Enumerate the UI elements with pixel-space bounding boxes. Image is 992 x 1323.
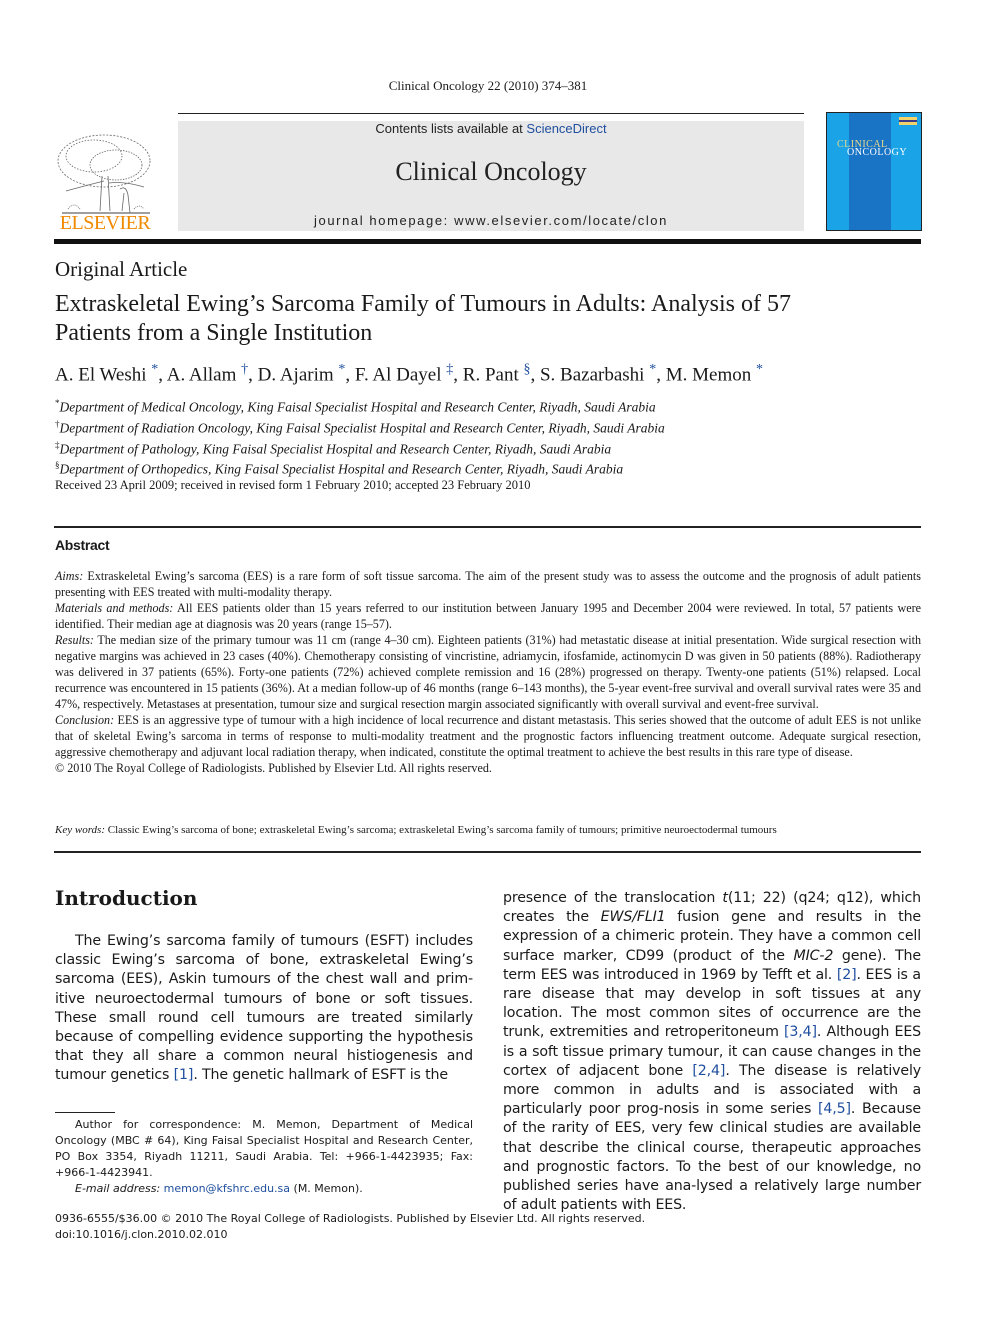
email-label: E-mail address: bbox=[75, 1182, 161, 1195]
section-text: EES is an aggressive type of tumour with… bbox=[55, 713, 921, 759]
article-type: Original Article bbox=[55, 257, 188, 281]
running-head: Clinical Oncology 22 (2010) 374–381 bbox=[388, 78, 588, 93]
author[interactable]: S. Bazarbashi bbox=[540, 364, 644, 385]
citation-link[interactable]: [2] bbox=[837, 967, 857, 983]
header-thick-divider bbox=[54, 239, 921, 244]
email-line: E-mail address: memon@kfshrc.edu.sa (M. … bbox=[55, 1181, 473, 1197]
sciencedirect-link[interactable]: ScienceDirect bbox=[526, 121, 606, 136]
gene-name: EWS/FLI1 bbox=[600, 909, 666, 926]
section-text: Extraskeletal Ewing’s sarcoma (EES) is a… bbox=[55, 569, 921, 599]
page-footer: 0936-6555/$36.00 © 2010 The Royal Colleg… bbox=[55, 1211, 755, 1243]
text-run: The Ewing’s sarcoma family of tumours (E… bbox=[55, 933, 473, 1084]
section-text: The median size of the primary tumour wa… bbox=[55, 633, 921, 711]
affiliation-mark[interactable]: § bbox=[523, 362, 530, 377]
affiliation-mark[interactable]: † bbox=[241, 362, 248, 377]
correspondence-footnote: Author for correspondence: M. Memon, Dep… bbox=[55, 1117, 473, 1197]
keywords: Key words: Classic Ewing’s sarcoma of bo… bbox=[55, 824, 921, 836]
text-run: . Because of the rarity of EES, very few… bbox=[503, 1101, 921, 1214]
affiliation: ‡Department of Pathology, King Faisal Sp… bbox=[55, 437, 935, 458]
cover-art-panel bbox=[849, 113, 891, 230]
affiliation: †Department of Radiation Oncology, King … bbox=[55, 416, 935, 437]
author[interactable]: A. Allam bbox=[167, 364, 237, 385]
section-text: All EES patients older than 15 years ref… bbox=[55, 601, 921, 631]
abstract-copyright: © 2010 The Royal College of Radiologists… bbox=[55, 761, 492, 775]
author-list: A. El Weshi *, A. Allam †, D. Ajarim *, … bbox=[55, 362, 763, 386]
intro-left-column: The Ewing’s sarcoma family of tumours (E… bbox=[55, 932, 473, 1086]
section-heading-introduction: Introduction bbox=[55, 886, 198, 910]
abstract-body: Aims: Extraskeletal Ewing’s sarcoma (EES… bbox=[55, 568, 921, 776]
affiliation: *Department of Medical Oncology, King Fa… bbox=[55, 395, 935, 416]
journal-masthead: Contents lists available at ScienceDirec… bbox=[178, 121, 804, 231]
email-link[interactable]: memon@kfshrc.edu.sa bbox=[164, 1182, 290, 1195]
author[interactable]: A. El Weshi bbox=[55, 364, 147, 385]
cover-title-line2: ONCOLOGY bbox=[847, 147, 908, 158]
intro-right-column: presence of the translocation t(11; 22) … bbox=[503, 889, 921, 1215]
affiliation-list: *Department of Medical Oncology, King Fa… bbox=[55, 395, 935, 478]
email-suffix: (M. Memon). bbox=[290, 1182, 363, 1195]
citation-link[interactable]: [3,4] bbox=[784, 1024, 817, 1040]
affiliation-text: Department of Pathology, King Faisal Spe… bbox=[59, 441, 612, 457]
gene-name: MIC-2 bbox=[793, 947, 834, 964]
keywords-text: Classic Ewing’s sarcoma of bone; extrask… bbox=[105, 824, 777, 836]
affiliation-text: Department of Medical Oncology, King Fai… bbox=[59, 399, 656, 415]
section-label: Results: bbox=[55, 633, 94, 647]
doi-line[interactable]: doi:10.1016/j.clon.2010.02.010 bbox=[55, 1227, 755, 1243]
abstract-section-conclusion: Conclusion: EES is an aggressive type of… bbox=[55, 712, 921, 760]
journal-cover-thumbnail: CLINICAL ONCOLOGY bbox=[826, 112, 922, 231]
author[interactable]: R. Pant bbox=[463, 364, 519, 385]
journal-title: Clinical Oncology bbox=[395, 157, 587, 186]
affiliation-mark[interactable]: * bbox=[151, 362, 158, 377]
intro-paragraph: The Ewing’s sarcoma family of tumours (E… bbox=[55, 932, 473, 1086]
affiliation-mark[interactable]: * bbox=[649, 362, 656, 377]
section-label: Materials and methods: bbox=[55, 601, 174, 615]
contents-prefix: Contents lists available at bbox=[375, 121, 527, 136]
abstract-section-aims: Aims: Extraskeletal Ewing’s sarcoma (EES… bbox=[55, 568, 921, 600]
affiliation-mark[interactable]: * bbox=[338, 362, 345, 377]
citation-link[interactable]: [1] bbox=[174, 1067, 194, 1083]
keywords-divider bbox=[54, 851, 921, 853]
contents-line: Contents lists available at ScienceDirec… bbox=[178, 121, 804, 136]
affiliation: §Department of Orthopedics, King Faisal … bbox=[55, 457, 935, 478]
author[interactable]: F. Al Dayel bbox=[355, 364, 442, 385]
text-run: presence of the translocation bbox=[503, 890, 723, 906]
abstract-section-results: Results: The median size of the primary … bbox=[55, 632, 921, 712]
keywords-label: Key words: bbox=[55, 824, 106, 836]
affiliation-mark[interactable]: ‡ bbox=[446, 362, 453, 377]
journal-homepage[interactable]: journal homepage: www.elsevier.com/locat… bbox=[178, 213, 804, 228]
article-dates: Received 23 April 2009; received in revi… bbox=[55, 478, 531, 492]
footnote-divider bbox=[55, 1112, 115, 1113]
abstract-section-methods: Materials and methods: All EES patients … bbox=[55, 600, 921, 632]
citation-link[interactable]: [4,5] bbox=[818, 1101, 851, 1117]
affiliation-text: Department of Radiation Oncology, King F… bbox=[59, 420, 665, 436]
affiliation-mark[interactable]: * bbox=[756, 362, 763, 377]
citation-link[interactable]: [2,4] bbox=[692, 1063, 725, 1079]
article-title: Extraskeletal Ewing’s Sarcoma Family of … bbox=[55, 291, 791, 346]
intro-paragraph-continued: presence of the translocation t(11; 22) … bbox=[503, 889, 921, 1215]
correspondence-text: Author for correspondence: M. Memon, Dep… bbox=[55, 1118, 473, 1179]
elsevier-logo-text: ELSEVIER bbox=[59, 212, 151, 234]
issn-line: 0936-6555/$36.00 © 2010 The Royal Colleg… bbox=[55, 1212, 646, 1225]
author[interactable]: M. Memon bbox=[666, 364, 752, 385]
abstract-heading: Abstract bbox=[55, 537, 110, 553]
author[interactable]: D. Ajarim bbox=[258, 364, 334, 385]
affiliation-text: Department of Orthopedics, King Faisal S… bbox=[59, 461, 624, 477]
section-label: Conclusion: bbox=[55, 713, 115, 727]
abstract-divider bbox=[54, 526, 921, 528]
header-divider bbox=[178, 113, 804, 114]
cover-stripe bbox=[899, 122, 917, 125]
text-run: . The genetic hallmark of ESFT is the bbox=[193, 1067, 448, 1084]
section-label: Aims: bbox=[55, 569, 84, 583]
